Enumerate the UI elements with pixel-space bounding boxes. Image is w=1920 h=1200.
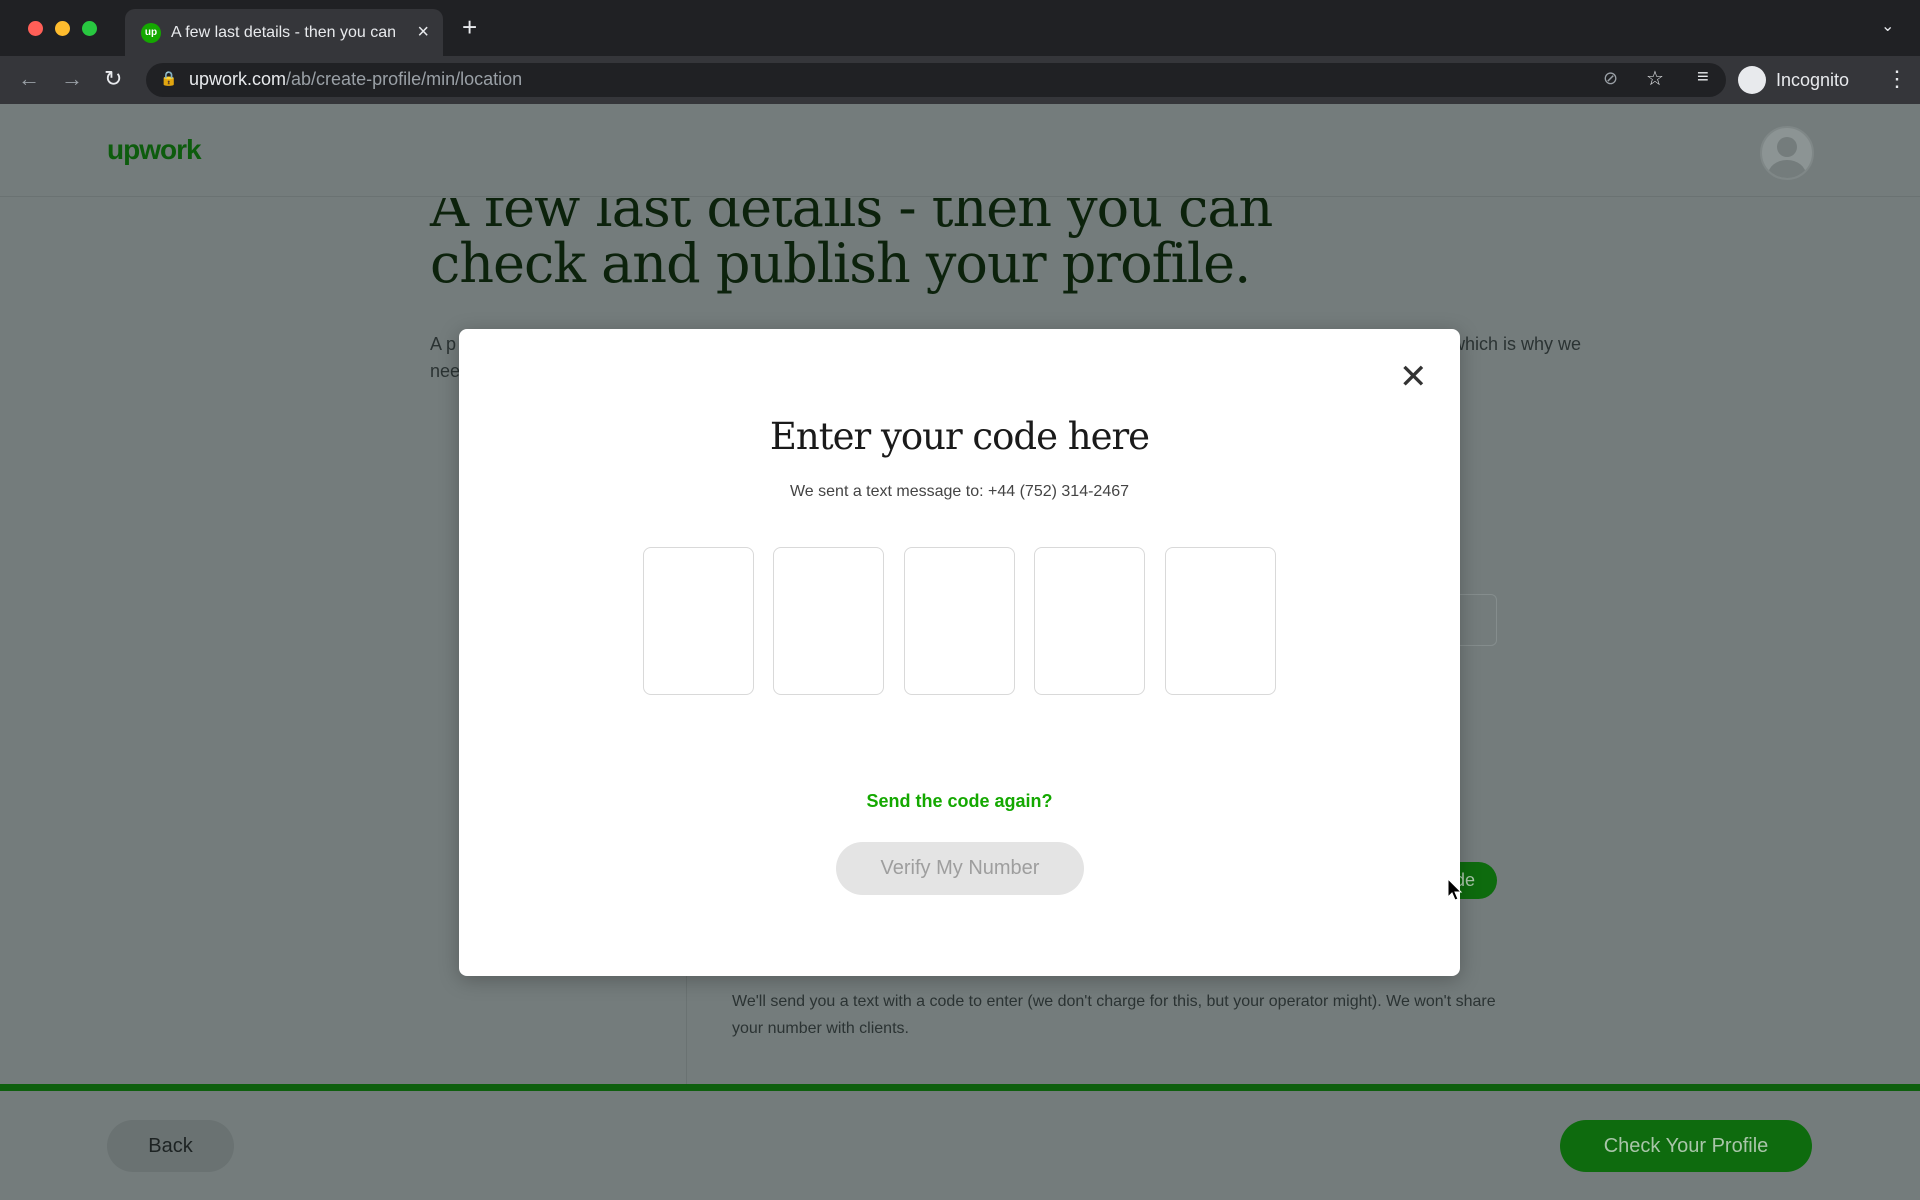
new-tab-icon[interactable]: + bbox=[462, 12, 477, 43]
browser-menu-icon[interactable]: ⋮ bbox=[1886, 66, 1908, 92]
browser-tab-bar: up A few last details - then you can che… bbox=[0, 0, 1920, 56]
divider bbox=[686, 968, 687, 1084]
page-heading: A few last details - then you can check … bbox=[430, 198, 1273, 295]
code-digit-input-3[interactable] bbox=[904, 547, 1015, 695]
user-avatar-icon[interactable] bbox=[1760, 126, 1814, 180]
code-digit-input-1[interactable] bbox=[643, 547, 754, 695]
maximize-window-button[interactable] bbox=[82, 21, 97, 36]
close-icon[interactable]: ✕ bbox=[1399, 357, 1428, 397]
url-domain: upwork.com bbox=[189, 69, 287, 89]
intro-text-end: which is why we bbox=[1452, 334, 1582, 354]
url-path: /ab/create-profile/min/location bbox=[286, 69, 523, 89]
verify-number-button[interactable]: Verify My Number bbox=[836, 842, 1084, 895]
reload-icon[interactable]: ↻ bbox=[104, 66, 122, 92]
eye-off-icon[interactable]: ⊘ bbox=[1603, 68, 1618, 89]
star-bookmark-icon[interactable]: ☆ bbox=[1646, 66, 1664, 91]
incognito-label[interactable]: Incognito bbox=[1776, 70, 1849, 91]
tab-title: A few last details - then you can check … bbox=[171, 24, 401, 41]
minimize-window-button[interactable] bbox=[55, 21, 70, 36]
back-button[interactable]: Back bbox=[107, 1120, 234, 1172]
resend-code-link[interactable]: Send the code again? bbox=[459, 791, 1460, 812]
tab-search-chevron-icon[interactable]: ⌄ bbox=[1881, 16, 1894, 36]
code-digit-input-2[interactable] bbox=[773, 547, 884, 695]
verification-modal: ✕ Enter your code here We sent a text me… bbox=[459, 329, 1460, 976]
lock-icon: 🔒 bbox=[160, 70, 178, 86]
intro-text-start: A p bbox=[430, 334, 457, 354]
footer: Back Check Your Profile bbox=[0, 1091, 1920, 1200]
progress-bar bbox=[0, 1084, 1920, 1091]
modal-subtitle: We sent a text message to: +44 (752) 314… bbox=[789, 483, 1130, 500]
modal-title: Enter your code here bbox=[769, 415, 1150, 458]
address-bar[interactable]: 🔒 upwork.com/ab/create-profile/min/locat… bbox=[146, 63, 1726, 97]
intro-text-start-2: nee bbox=[430, 361, 461, 381]
mouse-cursor-icon bbox=[1447, 878, 1463, 901]
code-digit-input-4[interactable] bbox=[1034, 547, 1145, 695]
upwork-favicon-icon: up bbox=[141, 23, 161, 43]
code-digit-input-5[interactable] bbox=[1165, 547, 1276, 695]
close-window-button[interactable] bbox=[28, 21, 43, 36]
browser-toolbar: ← → ↻ 🔒 upwork.com/ab/create-profile/min… bbox=[0, 56, 1920, 104]
site-header: upwork bbox=[0, 104, 1920, 197]
browser-tab[interactable]: up A few last details - then you can che… bbox=[125, 9, 443, 56]
check-your-profile-button[interactable]: Check Your Profile bbox=[1560, 1120, 1812, 1172]
back-arrow-icon[interactable]: ← bbox=[18, 66, 40, 92]
forward-arrow-icon[interactable]: → bbox=[61, 66, 83, 92]
phone-note: We'll send you a text with a code to ent… bbox=[732, 993, 1496, 1037]
upwork-logo[interactable]: upwork bbox=[107, 134, 202, 166]
tab-close-icon[interactable]: × bbox=[417, 21, 429, 44]
reading-list-icon[interactable]: ≡ bbox=[1697, 66, 1709, 89]
incognito-icon[interactable] bbox=[1738, 66, 1766, 94]
